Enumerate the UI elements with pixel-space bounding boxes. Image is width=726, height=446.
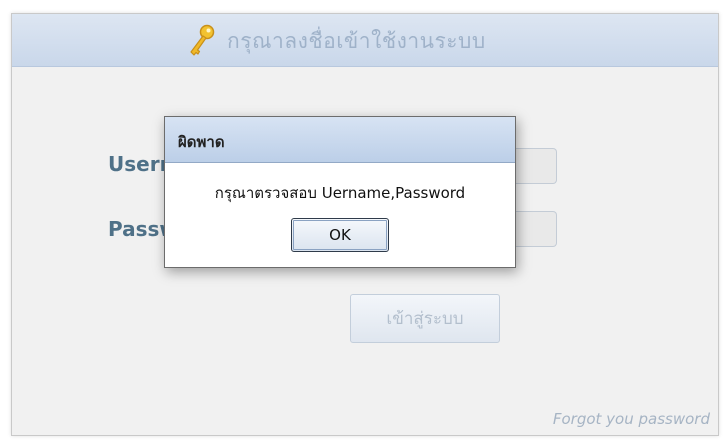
username-input[interactable]	[515, 148, 557, 184]
login-panel-header: กรุณาลงชื่อเข้าใช้งานระบบ	[12, 14, 718, 67]
page-title: กรุณาลงชื่อเข้าใช้งานระบบ	[227, 29, 486, 53]
forgot-password-link[interactable]: Forgot you password	[553, 410, 710, 428]
ok-button[interactable]: OK	[291, 218, 389, 252]
password-label: Password	[108, 217, 168, 241]
dialog-title: ผิดพาด	[178, 133, 225, 151]
dialog-message: กรุณาตรวจสอบ Uername,Password	[214, 184, 466, 202]
error-dialog: ผิดพาด กรุณาตรวจสอบ Uername,Password OK	[164, 116, 516, 268]
password-input[interactable]	[515, 211, 557, 247]
key-icon	[190, 24, 215, 56]
dialog-titlebar[interactable]: ผิดพาด	[165, 117, 515, 163]
login-button[interactable]: เข้าสู่ระบบ	[350, 294, 500, 343]
username-label: Username	[108, 152, 168, 176]
